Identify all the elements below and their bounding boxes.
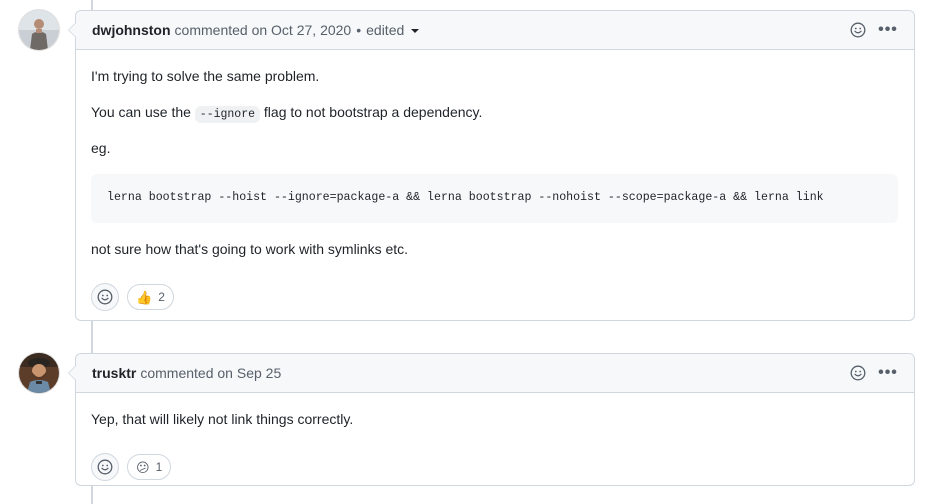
reaction-count: 2 xyxy=(158,290,165,305)
comment-paragraph: not sure how that's going to work with s… xyxy=(91,241,409,258)
code-block: lerna bootstrap --hoist --ignore=package… xyxy=(91,174,898,224)
comment-header: dwjohnston commented on Oct 27, 2020 • e… xyxy=(76,11,914,50)
comment-timestamp[interactable]: commented on Oct 27, 2020 xyxy=(175,22,352,38)
paragraph-text: You can use the xyxy=(91,104,195,120)
comment-timestamp[interactable]: commented on Sep 25 xyxy=(140,365,281,381)
smiley-icon xyxy=(97,289,113,305)
kebab-horizontal-icon[interactable]: ••• xyxy=(878,20,898,40)
avatar-image-dwjohnston xyxy=(19,10,59,50)
comment-actions: ••• xyxy=(848,363,898,383)
comment-body: I'm trying to solve the same problem. Yo… xyxy=(76,50,914,283)
avatar[interactable] xyxy=(19,353,59,393)
edited-dropdown[interactable]: edited xyxy=(366,22,420,38)
avatar[interactable] xyxy=(19,10,59,50)
edited-label: edited xyxy=(366,22,405,38)
comment-header: trusktr commented on Sep 25 ••• xyxy=(76,354,914,393)
inline-code: --ignore xyxy=(194,106,261,123)
reaction-confused-button[interactable]: 😕 1 xyxy=(127,454,172,480)
comment-card: trusktr commented on Sep 25 ••• Yep, tha… xyxy=(68,353,915,486)
confused-face-icon: 😕 xyxy=(136,459,150,475)
kebab-horizontal-icon[interactable]: ••• xyxy=(878,363,898,383)
add-reaction-button[interactable] xyxy=(91,283,119,312)
thumbs-up-icon: 👍 xyxy=(136,289,153,305)
comment-author[interactable]: dwjohnston xyxy=(92,22,171,38)
comment-author[interactable]: trusktr xyxy=(92,365,136,381)
comment-paragraph: Yep, that will likely not link things co… xyxy=(91,411,354,427)
comment-body: Yep, that will likely not link things co… xyxy=(76,393,914,453)
reactions-bar: 😕 1 xyxy=(76,453,914,497)
comment-paragraph: I'm trying to solve the same problem. xyxy=(91,68,320,84)
issue-timeline: dwjohnston commented on Oct 27, 2020 • e… xyxy=(0,0,935,504)
add-reaction-button[interactable] xyxy=(91,453,119,481)
chevron-down-icon xyxy=(411,29,420,33)
smiley-icon xyxy=(97,459,113,475)
avatar-image-trusktr xyxy=(19,353,59,393)
separator-dot: • xyxy=(356,22,362,38)
reaction-count: 1 xyxy=(155,460,163,474)
comment-actions: ••• xyxy=(848,20,898,40)
reaction-thumbs-up-button[interactable]: 👍 2 xyxy=(127,284,174,311)
smiley-icon[interactable] xyxy=(848,363,868,383)
comment-paragraph: You can use the --ignore flag to not boo… xyxy=(91,102,898,123)
reactions-bar: 👍 2 xyxy=(76,283,914,327)
comment-card: dwjohnston commented on Oct 27, 2020 • e… xyxy=(68,10,915,321)
paragraph-text: flag to not bootstrap a dependency. xyxy=(260,104,483,120)
comment-paragraph: eg. xyxy=(91,140,111,157)
smiley-icon[interactable] xyxy=(848,20,868,40)
